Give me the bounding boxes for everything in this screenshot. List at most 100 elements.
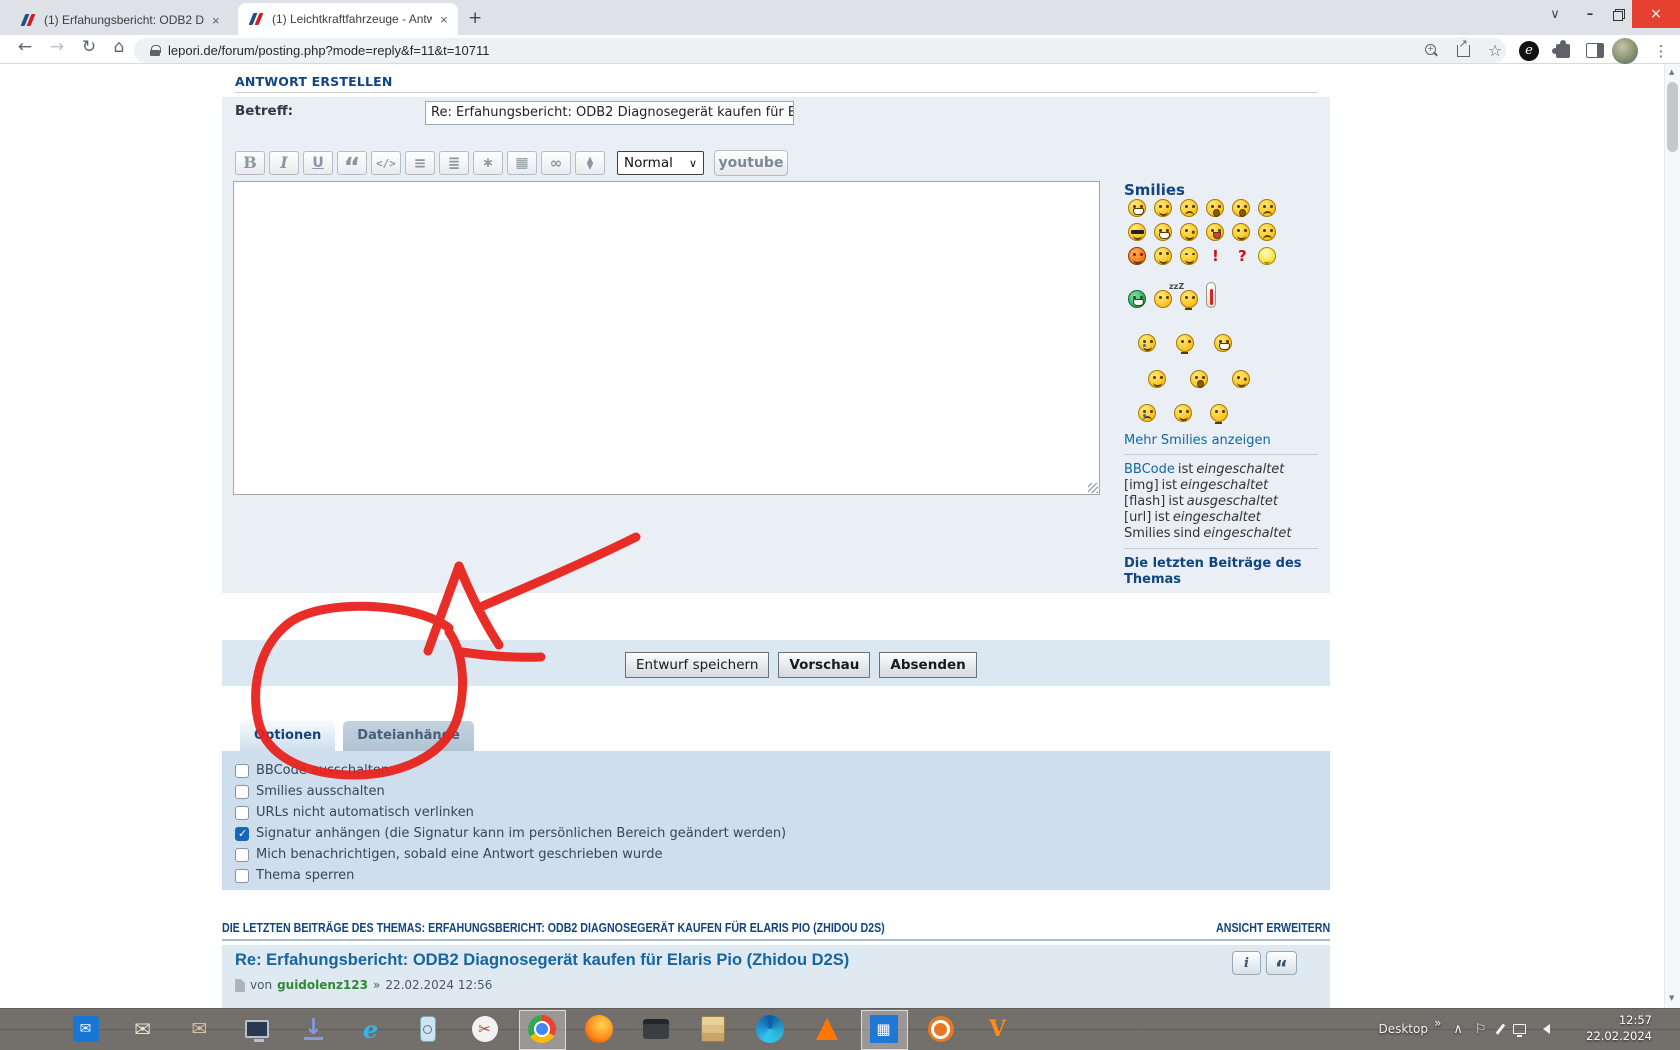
snipping-tool-icon[interactable]: ✂ [472,1016,498,1042]
smiley-icon[interactable] [1232,247,1250,265]
window-minimize-button[interactable]: – [1576,0,1604,28]
share-icon[interactable] [1450,38,1476,63]
option-row[interactable]: URLs nicht automatisch verlinken [235,802,786,823]
taskbar-slot[interactable] [570,1008,627,1050]
browser-menu-icon[interactable]: ⋮ [1648,38,1674,63]
window-close-button[interactable]: × [1632,0,1680,28]
italic-icon[interactable]: I [269,151,299,175]
smiley-icon[interactable] [1138,404,1156,422]
v-app-icon[interactable]: V [989,1016,1006,1042]
link-icon[interactable]: ∞ [541,151,571,175]
option-row[interactable]: Mich benachrichtigen, sobald eine Antwor… [235,844,786,865]
smiley-icon[interactable] [1180,199,1198,217]
media-player-icon[interactable] [928,1016,954,1042]
url-text[interactable]: lepori.de/forum/posting.php?mode=reply&f… [168,43,490,58]
taskbar-slot[interactable] [228,1008,285,1050]
zoom-icon[interactable] [1418,38,1444,63]
checkbox[interactable] [235,869,249,883]
taskbar-clock[interactable]: 12:57 22.02.2024 [1586,1012,1652,1044]
smiley-icon[interactable] [1154,223,1172,241]
address-bar[interactable]: lepori.de/forum/posting.php?mode=reply&f… [134,38,1506,63]
mail-tile-icon[interactable]: ✉ [73,1016,99,1042]
smiley-icon[interactable] [1154,247,1172,265]
smiley-icon[interactable] [1258,223,1276,241]
color-icon[interactable]: ⧫ [575,151,605,175]
smiley-icon[interactable] [1128,199,1146,217]
checkbox[interactable] [235,848,249,862]
smiley-icon[interactable] [1206,282,1216,308]
last-posts-link[interactable]: Die letzten Beiträge des Themas [1124,556,1309,588]
smiley-icon[interactable] [1232,370,1250,388]
taskbar-slot[interactable] [0,1008,57,1050]
tab-search-chevron-icon[interactable]: ∨ [1540,0,1570,28]
smiley-icon[interactable] [1258,199,1276,217]
form-action-button[interactable]: Vorschau [778,652,870,678]
reload-icon[interactable]: ↻ [76,34,102,60]
font-size-select[interactable]: Normal ∨ [617,151,704,175]
desktop-toolbar-label[interactable]: Desktop [1378,1022,1428,1036]
back-icon[interactable]: ← [12,34,38,60]
option-row[interactable]: Signatur anhängen (die Signatur kann im … [235,823,786,844]
printer-icon[interactable] [643,1019,669,1039]
message-textarea[interactable] [233,181,1100,495]
post-title-link[interactable]: Re: Erfahungsbericht: ODB2 Diagnosegerät… [235,951,849,970]
internet-explorer-icon[interactable]: e [363,1015,378,1044]
checkbox[interactable] [235,806,249,820]
live-mail-icon[interactable]: ✉ [130,1016,156,1042]
extension-e-icon[interactable]: e [1516,38,1542,63]
smiley-icon[interactable] [1128,247,1146,265]
more-smilies-link[interactable]: Mehr Smilies anzeigen [1124,433,1271,448]
forward-icon[interactable]: → [44,34,70,60]
code-icon[interactable]: </> [371,151,401,175]
image-icon[interactable]: ▦ [507,151,537,175]
pen-icon[interactable] [1495,1024,1504,1035]
list-bullet-icon[interactable]: ≡ [405,151,435,175]
subject-input[interactable]: Re: Erfahungsbericht: ODB2 Diagnosegerät… [425,101,794,125]
taskbar-slot[interactable] [684,1008,741,1050]
scroll-up-icon[interactable]: ▲ [1669,68,1674,76]
edge-icon[interactable] [756,1015,784,1043]
taskbar-slot[interactable]: ▦ [855,1008,912,1050]
form-action-button[interactable]: Absenden [879,652,976,678]
toolbar-chevrons-icon[interactable]: » [1434,1016,1441,1030]
bookmark-star-icon[interactable]: ☆ [1482,38,1508,63]
home-icon[interactable]: ⌂ [106,34,132,60]
downloads-icon[interactable]: ↓ [304,1019,322,1040]
smiley-icon[interactable] [1214,334,1232,352]
option-row[interactable]: Thema sperren [235,865,786,886]
options-tab[interactable]: Dateianhänge [343,721,473,751]
page-scrollbar[interactable]: ▲ ▼ [1664,64,1680,1008]
smiley-icon[interactable] [1232,199,1250,217]
smiley-icon[interactable] [1180,247,1198,265]
smiley-icon[interactable] [1128,223,1146,241]
file-cabinet-icon[interactable] [701,1016,725,1042]
smiley-icon[interactable] [1176,334,1194,352]
smiley-icon[interactable] [1154,199,1172,217]
volume-icon[interactable] [1538,1024,1550,1034]
taskbar-slot[interactable]: V [969,1008,1026,1050]
tab-close-icon[interactable]: × [212,13,220,28]
smiley-icon[interactable] [1206,247,1224,265]
media-device-icon[interactable] [420,1016,436,1042]
scrollbar-thumb[interactable] [1667,82,1678,152]
smiley-icon[interactable] [1232,223,1250,241]
smiley-icon[interactable] [1206,223,1224,241]
smiley-icon[interactable] [1154,290,1172,308]
smiley-icon[interactable] [1180,223,1198,241]
checkbox[interactable] [235,827,249,841]
options-tab[interactable]: Optionen [240,721,335,751]
smiley-icon[interactable] [1180,290,1198,308]
checkbox[interactable] [235,764,249,778]
taskbar-slot[interactable] [513,1008,570,1050]
option-row[interactable]: Smilies ausschalten [235,781,786,802]
taskbar-slot[interactable] [798,1008,855,1050]
smiley-icon[interactable] [1258,247,1276,265]
taskbar-slot[interactable] [912,1008,969,1050]
taskbar-slot[interactable] [627,1008,684,1050]
smiley-icon[interactable] [1138,334,1156,352]
tab-close-icon[interactable]: × [440,12,448,27]
smiley-icon[interactable] [1128,290,1146,308]
taskbar-slot[interactable]: ↓ [285,1008,342,1050]
quote-icon[interactable]: “ [337,151,367,175]
lock-icon[interactable] [150,45,160,56]
